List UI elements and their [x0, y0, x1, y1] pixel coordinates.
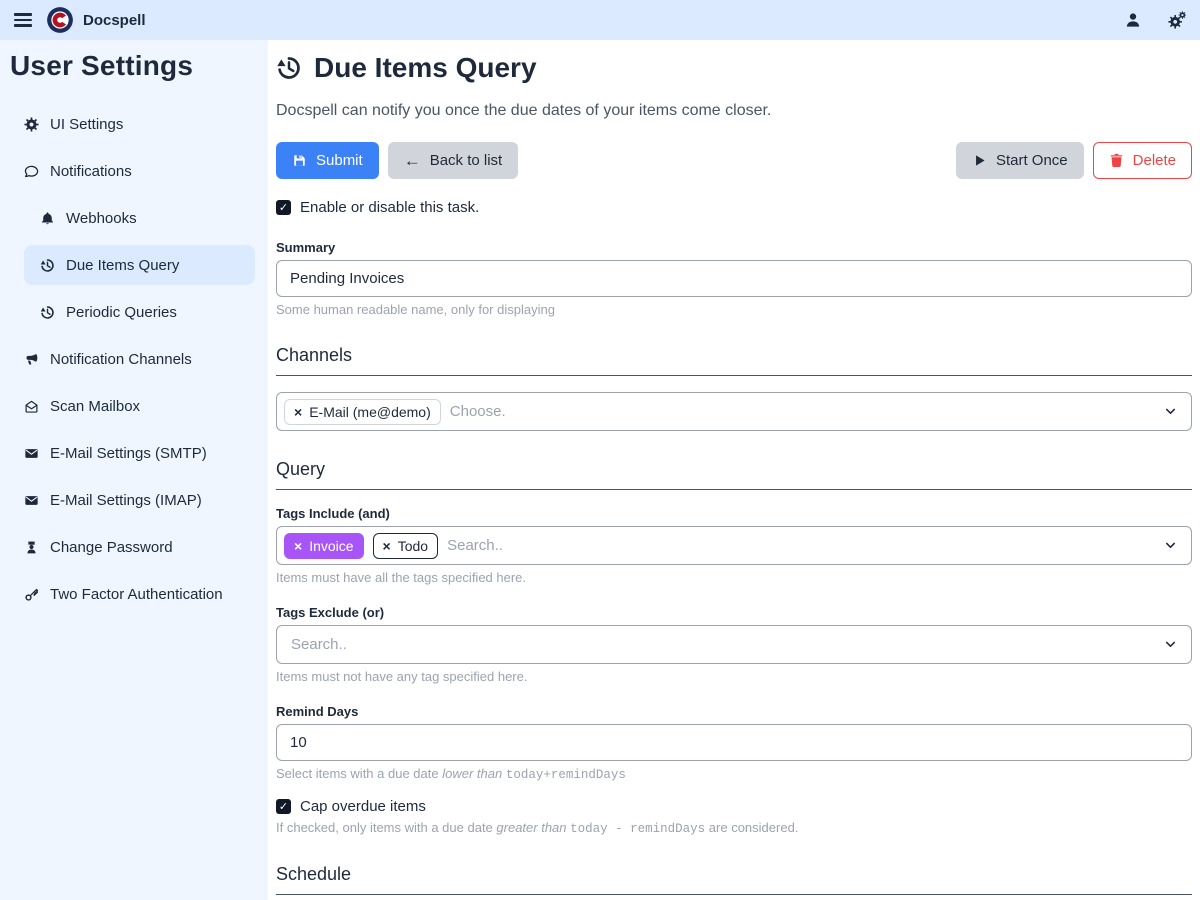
cap-overdue-checkbox-row[interactable]: ✓ Cap overdue items	[276, 798, 1192, 815]
sidebar-item-ui-settings[interactable]: UI Settings	[0, 104, 255, 144]
remind-days-input[interactable]	[276, 724, 1192, 761]
user-icon[interactable]	[1124, 11, 1142, 29]
tags-exclude-select[interactable]: Search..	[276, 625, 1192, 664]
tags-exclude-helper: Items must not have any tag specified he…	[276, 669, 1192, 684]
cap-overdue-label: Cap overdue items	[300, 798, 426, 815]
chevron-down-icon[interactable]	[1164, 539, 1177, 552]
checkbox-checked[interactable]: ✓	[276, 200, 291, 215]
close-icon[interactable]: ×	[294, 405, 302, 419]
sidebar: User Settings UI Settings Notifications …	[0, 40, 268, 900]
sidebar-item-label: Notifications	[50, 163, 132, 180]
tags-include-select[interactable]: × Invoice × Todo Search..	[276, 526, 1192, 565]
check-icon: ✓	[279, 201, 288, 214]
enable-task-checkbox-row[interactable]: ✓ Enable or disable this task.	[276, 199, 1192, 216]
tag-chip-invoice: × Invoice	[284, 533, 364, 559]
sidebar-item-label: Change Password	[50, 539, 173, 556]
summary-label: Summary	[276, 240, 1192, 255]
app-title: Docspell	[83, 12, 146, 29]
main-content: Due Items Query Docspell can notify you …	[268, 40, 1200, 900]
arrow-left-icon: ←	[404, 152, 421, 169]
key-icon	[24, 587, 39, 602]
comment-icon	[24, 164, 39, 179]
sidebar-item-webhooks[interactable]: Webhooks	[24, 198, 255, 238]
close-icon[interactable]: ×	[294, 539, 302, 553]
history-icon	[40, 305, 55, 320]
sidebar-item-label: Due Items Query	[66, 257, 179, 274]
tags-exclude-field: Tags Exclude (or) Search.. Items must no…	[276, 605, 1192, 684]
sidebar-item-two-factor[interactable]: Two Factor Authentication	[0, 574, 255, 614]
menu-icon[interactable]	[14, 13, 32, 27]
save-icon	[292, 153, 307, 168]
bullhorn-icon	[24, 352, 39, 367]
channel-chip: × E-Mail (me@demo)	[284, 399, 441, 425]
tag-chip-todo: × Todo	[373, 533, 439, 559]
play-icon	[972, 153, 987, 168]
chevron-down-icon[interactable]	[1164, 405, 1177, 418]
back-to-list-button[interactable]: ← Back to list	[388, 142, 519, 179]
trash-icon	[1109, 153, 1124, 168]
channels-placeholder: Choose.	[450, 403, 506, 420]
sidebar-item-label: E-Mail Settings (SMTP)	[50, 445, 207, 462]
top-navbar: Docspell	[0, 0, 1200, 40]
tags-include-label: Tags Include (and)	[276, 506, 1192, 521]
page-description: Docspell can notify you once the due dat…	[276, 102, 1192, 120]
tags-include-field: Tags Include (and) × Invoice × Todo Sear…	[276, 506, 1192, 585]
close-icon[interactable]: ×	[383, 539, 391, 553]
sidebar-item-scan-mailbox[interactable]: Scan Mailbox	[0, 386, 255, 426]
sidebar-item-label: Notification Channels	[50, 351, 192, 368]
cap-overdue-helper: If checked, only items with a due date g…	[276, 820, 1192, 836]
summary-input[interactable]	[276, 260, 1192, 297]
cogs-icon[interactable]	[1168, 11, 1186, 29]
channels-select[interactable]: × E-Mail (me@demo) Choose.	[276, 392, 1192, 431]
gear-icon	[24, 117, 39, 132]
checkbox-checked[interactable]: ✓	[276, 799, 291, 814]
summary-field: Summary Some human readable name, only f…	[276, 240, 1192, 317]
sidebar-item-email-smtp[interactable]: E-Mail Settings (SMTP)	[0, 433, 255, 473]
sidebar-item-label: Scan Mailbox	[50, 398, 140, 415]
check-icon: ✓	[279, 800, 288, 813]
envelope-open-icon	[24, 399, 39, 414]
sidebar-item-label: UI Settings	[50, 116, 123, 133]
sidebar-item-label: E-Mail Settings (IMAP)	[50, 492, 202, 509]
channels-heading: Channels	[276, 345, 1192, 376]
schedule-heading: Schedule	[276, 864, 1192, 895]
tags-include-placeholder: Search..	[447, 537, 503, 554]
sidebar-item-email-imap[interactable]: E-Mail Settings (IMAP)	[0, 480, 255, 520]
remind-days-field: Remind Days Select items with a due date…	[276, 704, 1192, 782]
enable-task-label: Enable or disable this task.	[300, 199, 479, 216]
sidebar-item-notification-channels[interactable]: Notification Channels	[0, 339, 255, 379]
start-once-button[interactable]: Start Once	[956, 142, 1084, 179]
sidebar-item-label: Periodic Queries	[66, 304, 177, 321]
query-heading: Query	[276, 459, 1192, 490]
tags-exclude-placeholder: Search..	[284, 636, 347, 653]
sidebar-item-notifications[interactable]: Notifications	[0, 151, 255, 191]
bell-icon	[40, 211, 55, 226]
sidebar-title: User Settings	[0, 48, 268, 82]
user-secret-icon	[24, 540, 39, 555]
app-brand[interactable]: Docspell	[46, 6, 146, 34]
remind-days-label: Remind Days	[276, 704, 1192, 719]
envelope-icon	[24, 446, 39, 461]
sidebar-item-periodic-queries[interactable]: Periodic Queries	[24, 292, 255, 332]
submit-button[interactable]: Submit	[276, 142, 379, 179]
sidebar-item-label: Webhooks	[66, 210, 137, 227]
tags-exclude-label: Tags Exclude (or)	[276, 605, 1192, 620]
sidebar-item-change-password[interactable]: Change Password	[0, 527, 255, 567]
sidebar-item-label: Two Factor Authentication	[50, 586, 223, 603]
chevron-down-icon[interactable]	[1164, 638, 1177, 651]
page-title: Due Items Query	[276, 52, 1192, 84]
docspell-logo-icon	[46, 6, 74, 34]
remind-days-helper: Select items with a due date lower than …	[276, 766, 1192, 782]
tags-include-helper: Items must have all the tags specified h…	[276, 570, 1192, 585]
history-icon	[276, 55, 302, 81]
envelope-icon	[24, 493, 39, 508]
history-icon	[40, 258, 55, 273]
delete-button[interactable]: Delete	[1093, 142, 1192, 179]
sidebar-item-due-items-query[interactable]: Due Items Query	[24, 245, 255, 285]
summary-helper: Some human readable name, only for displ…	[276, 302, 1192, 317]
